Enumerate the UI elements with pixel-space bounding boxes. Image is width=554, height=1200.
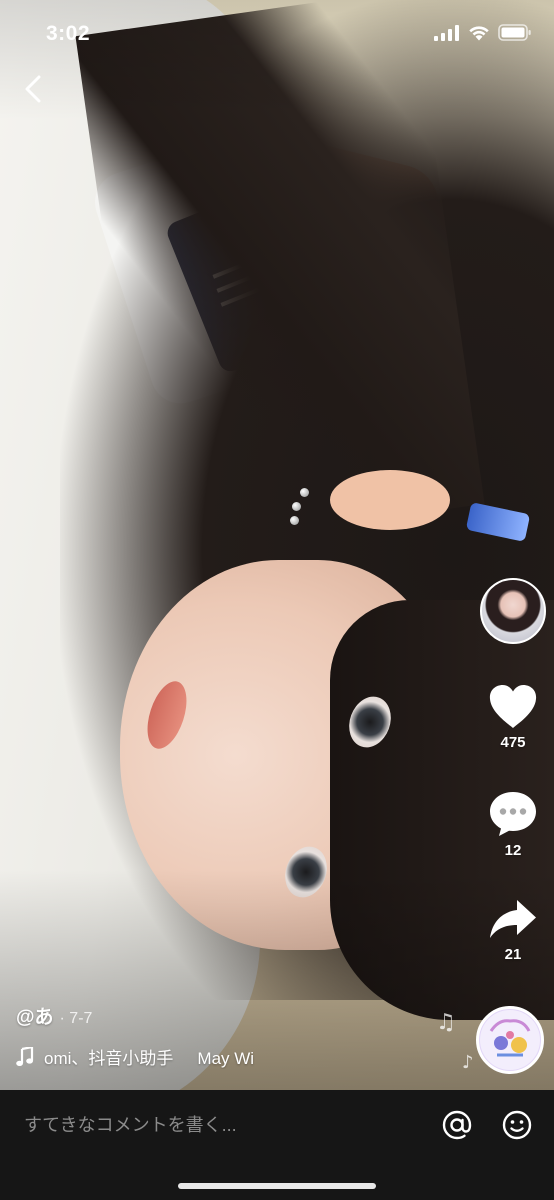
comment-input[interactable]	[24, 1110, 404, 1140]
sound-title: omi、抖音小助手 May Wi	[44, 1044, 278, 1069]
share-count: 21	[504, 946, 522, 963]
share-arrow-icon	[490, 900, 536, 938]
comment-button[interactable]: 12	[480, 790, 546, 859]
comment-bubble-icon	[490, 792, 536, 836]
music-disc[interactable]	[476, 1006, 544, 1074]
music-note-icon	[16, 1046, 34, 1066]
ear-piercing	[300, 488, 309, 497]
comment-count: 12	[504, 842, 522, 859]
video-player[interactable]	[0, 0, 554, 1090]
share-button[interactable]: 21	[480, 898, 546, 963]
home-indicator[interactable]	[178, 1183, 376, 1189]
status-time: 3:02	[46, 22, 91, 45]
mention-button[interactable]	[440, 1108, 474, 1142]
ear-piercing	[290, 516, 299, 525]
emoji-face-icon	[502, 1110, 532, 1140]
ear	[330, 470, 450, 530]
at-sign-icon	[442, 1110, 472, 1140]
post-date: · 7-7	[59, 1010, 93, 1027]
sound-title-part: May Wi	[197, 1049, 255, 1068]
wifi-icon	[469, 25, 489, 40]
disc-artwork-icon	[480, 1010, 540, 1070]
floating-note-icon: ♫	[436, 1010, 456, 1035]
author-line: @あ · 7-7	[16, 1002, 92, 1029]
like-count: 475	[500, 734, 526, 751]
back-button[interactable]	[16, 70, 50, 108]
battery-icon	[498, 24, 531, 41]
emoji-button[interactable]	[500, 1108, 534, 1142]
sound-ticker[interactable]: omi、抖音小助手 May Wi	[16, 1044, 296, 1069]
ear-piercing	[292, 502, 301, 511]
status-icons	[434, 24, 532, 41]
creator-avatar[interactable]	[480, 578, 546, 644]
heart-icon	[489, 685, 537, 728]
sound-title-part: omi、抖音小助手	[44, 1049, 174, 1068]
like-button[interactable]: 475	[480, 684, 546, 751]
author-name[interactable]: @あ	[16, 1002, 54, 1029]
video-caption: @あ · 7-7	[16, 1002, 92, 1029]
status-bar: 3:02	[0, 0, 554, 66]
cellular-signal-icon	[434, 24, 459, 41]
chevron-left-icon	[25, 75, 41, 103]
floating-note-icon: ♪	[462, 1052, 474, 1073]
